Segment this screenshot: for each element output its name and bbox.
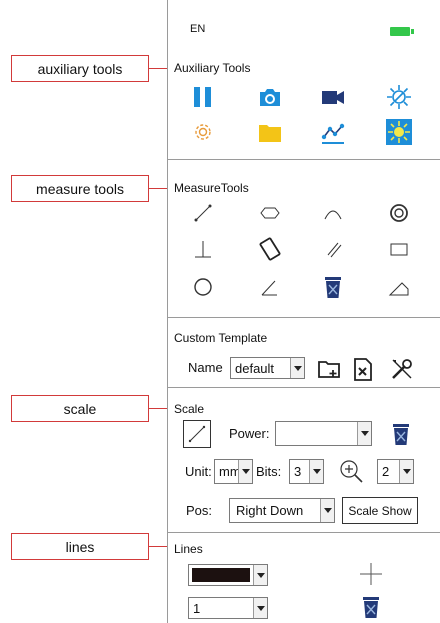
callout-measure-tools: measure tools — [11, 175, 149, 202]
pos-select[interactable]: Right Down — [229, 498, 335, 523]
line-width-select[interactable]: 1 — [188, 597, 268, 619]
polyline-tool-icon[interactable] — [386, 274, 412, 300]
parallel-lines-tool-icon[interactable] — [257, 236, 283, 262]
scale-title: Scale — [174, 402, 205, 416]
pause-icon[interactable] — [190, 84, 216, 110]
battery-tip — [411, 29, 414, 34]
callout-scale: scale — [11, 395, 149, 422]
bits-value: 3 — [294, 464, 302, 479]
polygon-tool-icon[interactable] — [257, 200, 283, 226]
chevron-down-icon — [290, 358, 304, 378]
power-select[interactable] — [275, 421, 372, 446]
camera-icon[interactable] — [257, 84, 283, 110]
line-color-select[interactable] — [188, 564, 268, 586]
lines-delete-icon[interactable] — [358, 594, 384, 620]
separator-3 — [168, 387, 440, 388]
zoom-select[interactable]: 2 — [377, 459, 414, 484]
delete-icon[interactable] — [320, 274, 346, 300]
scale-delete-icon[interactable] — [388, 421, 414, 447]
callout-auxiliary-tools: auxiliary tools — [11, 55, 149, 82]
language-toggle[interactable]: EN — [190, 23, 205, 35]
chevron-down-icon — [357, 422, 371, 445]
new-folder-icon[interactable] — [316, 356, 342, 382]
pos-label: Pos: — [186, 503, 213, 518]
tool-panel: EN Auxiliary Tools MeasureTools Custom T… — [167, 0, 440, 623]
power-label: Power: — [229, 426, 270, 441]
brightness-icon[interactable] — [386, 84, 412, 110]
bits-select[interactable]: 3 — [289, 459, 324, 484]
lines-title: Lines — [174, 542, 203, 556]
separator-2 — [168, 317, 440, 318]
pos-value: Right Down — [236, 503, 304, 518]
unit-select[interactable]: mm — [214, 459, 253, 484]
chevron-down-icon — [309, 460, 323, 483]
chevron-down-icon — [253, 598, 267, 618]
measure-tools-title: MeasureTools — [174, 181, 249, 195]
battery-icon — [390, 27, 410, 36]
chevron-down-icon — [238, 460, 252, 483]
unit-label: Unit: — [185, 464, 212, 479]
zoom-in-icon[interactable] — [337, 457, 365, 485]
separator-4 — [168, 532, 440, 533]
template-name-label: Name — [188, 360, 223, 375]
concentric-circle-tool-icon[interactable] — [386, 200, 412, 226]
tools-wrench-icon[interactable] — [389, 356, 415, 382]
zoom-value: 2 — [382, 464, 390, 479]
folder-icon[interactable] — [257, 119, 283, 145]
video-record-icon[interactable] — [320, 84, 346, 110]
template-name-value: default — [235, 360, 275, 376]
line-width-value: 1 — [193, 600, 201, 616]
arc-tool-icon[interactable] — [320, 200, 346, 226]
scale-show-button[interactable]: Scale Show — [342, 497, 418, 524]
line-color-swatch — [192, 568, 250, 582]
circle-tool-icon[interactable] — [190, 274, 216, 300]
angle-tool-icon[interactable] — [257, 274, 283, 300]
unit-value: mm — [219, 464, 238, 479]
delete-file-icon[interactable] — [350, 356, 376, 382]
parallel-lines-diagonal-tool-icon[interactable] — [320, 236, 346, 262]
auxiliary-tools-title: Auxiliary Tools — [174, 61, 251, 75]
custom-template-title: Custom Template — [174, 331, 268, 345]
scale-line-tool-icon[interactable] — [183, 420, 211, 448]
chevron-down-icon — [399, 460, 413, 483]
crosshair-icon[interactable] — [358, 561, 384, 587]
auto-exposure-icon[interactable] — [386, 119, 412, 145]
line-tool-icon[interactable] — [190, 200, 216, 226]
template-name-select[interactable]: default — [230, 357, 305, 379]
settings-gear-icon[interactable] — [190, 119, 216, 145]
callout-lines: lines — [11, 533, 149, 560]
separator-1 — [168, 159, 440, 160]
chevron-down-icon — [253, 565, 267, 585]
bits-label: Bits: — [256, 464, 282, 479]
perpendicular-tool-icon[interactable] — [190, 236, 216, 262]
chevron-down-icon — [320, 499, 334, 522]
curve-graph-icon[interactable] — [320, 119, 346, 145]
rectangle-tool-icon[interactable] — [386, 236, 412, 262]
